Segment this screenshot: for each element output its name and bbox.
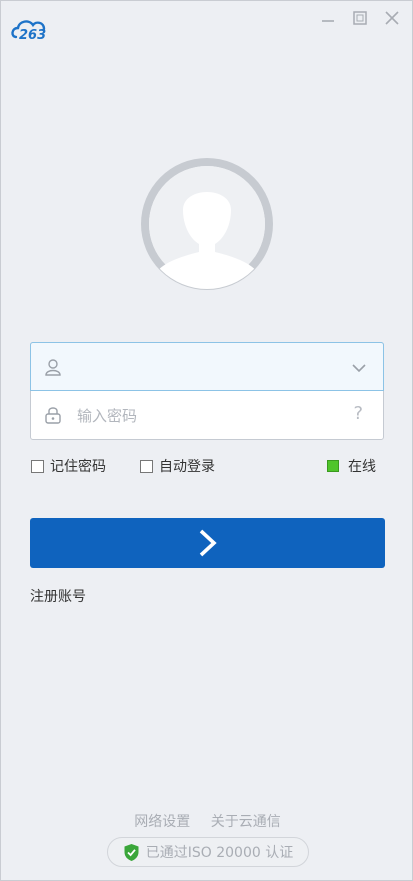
register-account-link[interactable]: 注册账号 bbox=[30, 586, 86, 606]
about-link[interactable]: 关于云通信 bbox=[211, 814, 281, 830]
user-icon bbox=[43, 357, 63, 377]
app-logo: 263 bbox=[10, 15, 60, 43]
auto-login-label: 自动登录 bbox=[159, 459, 215, 475]
auto-login-option[interactable]: 自动登录 bbox=[140, 456, 215, 476]
default-avatar-icon bbox=[141, 158, 273, 290]
avatar bbox=[135, 152, 279, 296]
auto-login-checkbox[interactable] bbox=[140, 459, 153, 473]
help-icon[interactable]: ? bbox=[353, 403, 363, 424]
arrow-right-icon bbox=[199, 529, 217, 557]
footer-links: 网络设置 关于云通信 bbox=[1, 811, 413, 831]
password-input[interactable] bbox=[75, 401, 339, 431]
remember-password-checkbox[interactable] bbox=[31, 459, 44, 473]
iso-badge-text: 已通过ISO 20000 认证 bbox=[145, 845, 294, 861]
username-row bbox=[30, 342, 384, 391]
remember-password-label: 记住密码 bbox=[50, 459, 106, 475]
shield-check-icon bbox=[124, 843, 139, 861]
remember-password-option[interactable]: 记住密码 bbox=[31, 456, 106, 476]
password-row: ? bbox=[31, 391, 383, 439]
status-selector[interactable]: 在线 bbox=[327, 456, 376, 476]
online-status-icon bbox=[327, 460, 339, 472]
chevron-down-icon[interactable] bbox=[351, 360, 367, 374]
username-input[interactable] bbox=[75, 353, 339, 383]
status-label: 在线 bbox=[348, 459, 376, 475]
minimize-button[interactable] bbox=[319, 9, 337, 27]
login-window: 263 ? 记住密码 自动登录 在线 注册账号 网络设置 关于云通信 已通过IS… bbox=[0, 0, 413, 881]
network-settings-link[interactable]: 网络设置 bbox=[134, 814, 190, 830]
maximize-button[interactable] bbox=[351, 9, 369, 27]
login-button[interactable] bbox=[30, 518, 385, 568]
iso-certification-badge: 已通过ISO 20000 认证 bbox=[107, 837, 309, 867]
login-form: ? bbox=[30, 342, 384, 440]
close-button[interactable] bbox=[383, 9, 401, 27]
logo-text: 263 bbox=[19, 28, 46, 43]
lock-icon bbox=[43, 405, 63, 425]
